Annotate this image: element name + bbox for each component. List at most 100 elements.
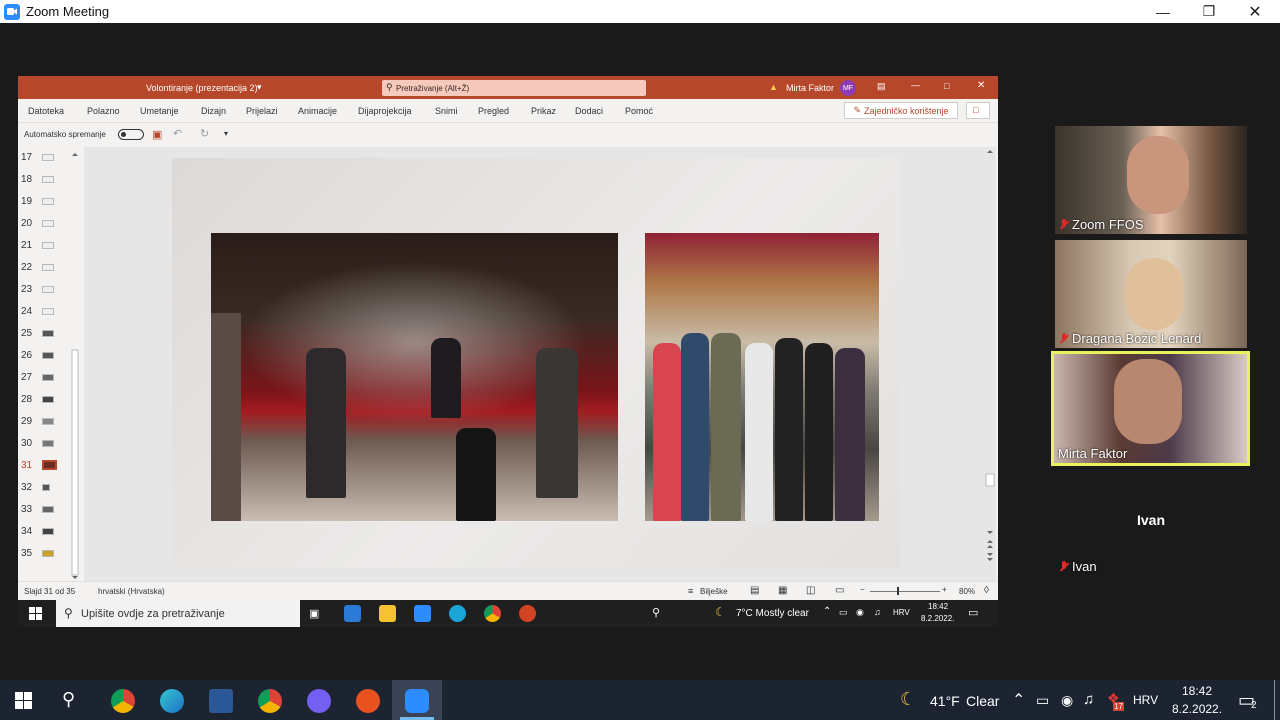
weather-temp[interactable]: 41°F (930, 693, 960, 709)
chrome-profile-icon[interactable] (258, 689, 282, 713)
input-language[interactable]: HRV (1133, 693, 1158, 707)
weather-desc[interactable]: Clear (966, 693, 999, 709)
powerpoint-icon[interactable] (519, 605, 536, 622)
slide-thumb[interactable]: 30 (18, 433, 78, 455)
clock-time[interactable]: 18:42 (1182, 684, 1212, 698)
ppt-user-name[interactable]: Mirta Faktor (786, 83, 834, 93)
customize-qat-icon[interactable]: ▾ (224, 129, 228, 138)
slide-thumb[interactable]: 34 (18, 521, 78, 543)
viber-icon[interactable] (307, 689, 331, 713)
shared-date[interactable]: 8.2.2022. (921, 614, 954, 623)
ppt-search-box[interactable]: ⚲ Pretraživanje (Alt+Ž) (382, 80, 646, 96)
shared-lang[interactable]: HRV (893, 608, 910, 617)
slide-photo-group[interactable] (645, 233, 879, 521)
ppt-minimize-button[interactable]: — (911, 80, 920, 90)
zoom-level[interactable]: 80% (959, 587, 975, 596)
slide-thumb[interactable]: 19 (18, 191, 78, 213)
slide-thumb[interactable]: 24 (18, 301, 78, 323)
slide-thumb[interactable]: 21 (18, 235, 78, 257)
tab-pomoc[interactable]: Pomoć (625, 106, 653, 116)
slide-thumb[interactable]: 17 (18, 147, 78, 169)
participant-tile-mirta-active[interactable]: Mirta Faktor (1051, 351, 1250, 466)
editor-scrollbar[interactable] (984, 147, 996, 581)
tab-dijaprojekcija[interactable]: Dijaprojekcija (358, 106, 412, 116)
zoom-slider-thumb[interactable] (897, 587, 899, 595)
task-view-icon[interactable]: ▣ (309, 607, 319, 620)
fit-slide-icon[interactable]: ◊ (984, 585, 989, 596)
show-desktop-button[interactable] (1274, 680, 1275, 720)
tab-prikaz[interactable]: Prikaz (531, 106, 556, 116)
tab-pregled[interactable]: Pregled (478, 106, 509, 116)
search-icon[interactable]: ⚲ (62, 689, 75, 710)
zoom-slider[interactable] (870, 591, 940, 592)
slide-thumb[interactable]: 18 (18, 169, 78, 191)
slide-thumb[interactable]: 25 (18, 323, 78, 345)
slideshow-icon[interactable]: ▭ (835, 585, 844, 596)
word-icon[interactable] (209, 689, 233, 713)
reading-view-icon[interactable]: ◫ (806, 585, 815, 596)
language-status[interactable]: hrvatski (Hrvatska) (98, 587, 165, 596)
autosave-toggle[interactable] (118, 129, 144, 140)
slide-thumb-active[interactable]: 31 (18, 455, 78, 477)
ppt-restore-button[interactable]: □ (944, 81, 949, 91)
undo-icon[interactable]: ↶ (173, 127, 182, 140)
slide-thumb[interactable]: 22 (18, 257, 78, 279)
participant-tile-ivan[interactable]: Ivan Ivan (1055, 468, 1247, 576)
slide-thumb[interactable]: 32 (18, 477, 78, 499)
notes-button[interactable]: Bilješke (700, 587, 728, 596)
tab-umetanje[interactable]: Umetanje (140, 106, 179, 116)
comments-button[interactable]: □ (966, 102, 990, 119)
slide-thumb[interactable]: 28 (18, 389, 78, 411)
tray-chevron-icon[interactable]: ⌃ (1012, 690, 1025, 710)
tab-prijelazi[interactable]: Prijelazi (246, 106, 278, 116)
tab-animacije[interactable]: Animacije (298, 106, 337, 116)
file-explorer-icon[interactable] (379, 605, 396, 622)
thumbnail-scrollbar[interactable] (70, 150, 80, 582)
windows-start-icon[interactable] (29, 607, 42, 620)
zoom-taskbar-icon[interactable] (405, 689, 429, 713)
minimize-button[interactable]: — (1140, 0, 1186, 23)
edge-icon[interactable] (160, 689, 184, 713)
volume-icon[interactable]: ♫ (874, 607, 881, 617)
tray-chevron-icon[interactable]: ⌃ (823, 606, 831, 617)
chrome-icon[interactable] (484, 605, 501, 622)
slide-thumb[interactable]: 27 (18, 367, 78, 389)
participant-tile-dragana[interactable]: Dragana Božić Lenard (1055, 240, 1247, 348)
wifi-icon[interactable]: ◉ (1061, 692, 1073, 709)
ppt-close-button[interactable]: ✕ (977, 80, 985, 91)
slide-sorter-icon[interactable]: ▦ (778, 585, 787, 596)
user-avatar[interactable]: MF (840, 80, 856, 96)
notification-icon[interactable]: ▭ (968, 606, 978, 619)
zoom-out-icon[interactable]: − (860, 585, 865, 594)
tab-dizajn[interactable]: Dizajn (201, 106, 226, 116)
doc-title[interactable]: Volontiranje (prezentacija 2) (146, 83, 258, 93)
store-icon[interactable] (344, 605, 361, 622)
windows-start-icon[interactable] (15, 692, 32, 709)
people-icon[interactable]: ⚲ (652, 606, 660, 619)
tab-datoteka[interactable]: Datoteka (28, 106, 64, 116)
restore-button[interactable]: ❐ (1186, 0, 1232, 23)
ribbon-display-icon[interactable]: ▤ (877, 81, 886, 92)
redo-icon[interactable]: ↻ (200, 127, 209, 140)
share-button[interactable]: ✎ Zajedničko korištenje (844, 102, 958, 119)
shared-weather[interactable]: 7°C Mostly clear (736, 608, 809, 619)
zoom-taskbar-icon[interactable] (414, 605, 431, 622)
tab-snimi[interactable]: Snimi (435, 106, 458, 116)
battery-icon[interactable]: ▭ (1036, 692, 1049, 709)
chrome-icon[interactable] (111, 689, 135, 713)
network-icon[interactable]: ◉ (856, 607, 864, 618)
zoom-in-icon[interactable]: + (942, 585, 947, 594)
clock-date[interactable]: 8.2.2022. (1172, 702, 1222, 716)
slide-thumb[interactable]: 20 (18, 213, 78, 235)
slide-thumb[interactable]: 23 (18, 279, 78, 301)
participant-tile-zoom-ffos[interactable]: Zoom FFOS (1055, 126, 1247, 234)
app-icon[interactable] (356, 689, 380, 713)
edge-icon[interactable] (449, 605, 466, 622)
battery-icon[interactable]: ▭ (839, 607, 848, 618)
normal-view-icon[interactable]: ▤ (750, 585, 759, 596)
slide-thumb[interactable]: 35 (18, 543, 78, 565)
slide-thumb[interactable]: 26 (18, 345, 78, 367)
tab-polazno[interactable]: Polazno (87, 106, 120, 116)
close-button[interactable]: ✕ (1232, 0, 1278, 23)
shared-taskbar-search[interactable]: ⚲ Upišite ovdje za pretraživanje (56, 600, 300, 627)
